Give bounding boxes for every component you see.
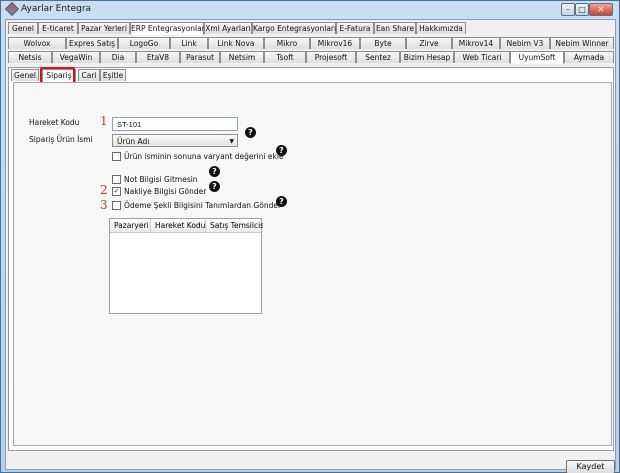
- tab-link-nova[interactable]: Link Nova: [208, 37, 264, 49]
- tab-tsoft[interactable]: Tsoft: [264, 51, 306, 63]
- marker-2: 2: [100, 183, 108, 197]
- tab-web-ticari[interactable]: Web Ticari: [454, 51, 510, 63]
- tab-bizim-hesap[interactable]: Bizim Hesap: [400, 51, 454, 63]
- tab-nebim-winner[interactable]: Nebim Winner: [550, 37, 614, 49]
- not-bilgisi-label: Not Bilgisi Gitmesin: [124, 175, 198, 184]
- tab-netsim[interactable]: Netsim: [220, 51, 264, 63]
- help-icon[interactable]: ?: [209, 181, 220, 192]
- title-bar: Ayarlar Entegra – □ ✕: [1, 1, 619, 18]
- tab-expres-satis[interactable]: Expres Satış: [66, 37, 118, 49]
- nakliye-checkbox[interactable]: ✓: [112, 187, 121, 196]
- tab-e-ticaret[interactable]: E-ticaret: [38, 22, 78, 34]
- tab-genel[interactable]: Genel: [8, 22, 38, 34]
- tab-hakkimizda[interactable]: Hakkımızda: [416, 22, 466, 34]
- siparis-urun-ismi-label: Sipariş Ürün İsmi: [29, 135, 93, 144]
- tab-byte[interactable]: Byte: [360, 37, 406, 49]
- grid-column-pazaryeri[interactable]: Pazaryeri: [110, 219, 151, 233]
- hareket-kodu-grid[interactable]: Pazaryeri Hareket Kodu Satış Temsilcisi …: [109, 218, 263, 314]
- subtab-esitle[interactable]: Eşitle: [100, 69, 126, 81]
- varyant-label: Ürün isminin sonuna varyant değerini ekl…: [124, 152, 284, 161]
- tab-mikrov16[interactable]: Mikrov16: [310, 37, 360, 49]
- tab-zirve[interactable]: Zirve: [406, 37, 452, 49]
- not-bilgisi-checkbox[interactable]: [112, 175, 121, 184]
- close-button[interactable]: ✕: [589, 3, 613, 16]
- marker-3: 3: [100, 198, 108, 212]
- tab-mikro[interactable]: Mikro: [264, 37, 310, 49]
- help-icon[interactable]: ?: [245, 127, 256, 138]
- tab-parasut[interactable]: Parasut: [180, 51, 220, 63]
- grid-column-hareket-kodu[interactable]: Hareket Kodu: [151, 219, 206, 233]
- hareket-kodu-label: Hareket Kodu: [29, 118, 80, 127]
- help-icon[interactable]: ?: [276, 196, 287, 207]
- tab-sentez[interactable]: Sentez: [356, 51, 400, 63]
- window-title: Ayarlar Entegra: [21, 4, 92, 14]
- settings-window: Ayarlar Entegra – □ ✕ Genel E-ticaret Pa…: [0, 0, 620, 473]
- tab-uyumsoft[interactable]: UyumSoft: [510, 51, 564, 64]
- odeme-label: Ödeme Şekli Bilgisini Tanımlardan Gönder: [124, 201, 282, 210]
- tab-wolvox[interactable]: Wolvox: [8, 37, 66, 49]
- hareket-kodu-input[interactable]: [112, 117, 238, 131]
- tab-logogo[interactable]: LogoGo: [118, 37, 170, 49]
- varyant-checkbox[interactable]: [112, 152, 121, 161]
- grid-column-satis-temsilcisi[interactable]: Satış Temsilcisi K: [206, 219, 263, 233]
- tab-e-fatura[interactable]: E-Fatura: [336, 22, 374, 34]
- grid-header: Pazaryeri Hareket Kodu Satış Temsilcisi …: [110, 219, 263, 233]
- tab-aymada[interactable]: Aymada: [564, 51, 614, 63]
- dropdown-arrow-icon: ▼: [229, 138, 234, 145]
- nakliye-label: Nakliye Bilgisi Gönder: [124, 187, 207, 196]
- marker-1: 1: [100, 114, 108, 128]
- tab-projesoft[interactable]: Projesoft: [306, 51, 356, 63]
- tab-erp-entegrasyonlari[interactable]: ERP Entegrasyonları: [130, 22, 207, 35]
- tab-netsis[interactable]: Netsis: [8, 51, 52, 63]
- siparis-settings-panel: Hareket Kodu 1 Sipariş Ürün İsmi Ürün Ad…: [13, 82, 612, 446]
- tab-nebim-v3[interactable]: Nebim V3: [500, 37, 550, 49]
- minimize-button[interactable]: –: [561, 3, 575, 16]
- tab-dia[interactable]: Dia: [100, 51, 136, 63]
- tab-mikrov14[interactable]: Mikrov14: [452, 37, 500, 49]
- siparis-urun-ismi-select[interactable]: Ürün Adı ▼: [112, 134, 238, 147]
- tab-pazar-yerleri[interactable]: Pazar Yerleri: [78, 22, 130, 34]
- tab-kargo-entegrasyonlari[interactable]: Kargo Entegrasyonları: [252, 22, 336, 34]
- save-button[interactable]: Kaydet: [566, 460, 615, 473]
- tab-ean-share[interactable]: Ean Share: [374, 22, 416, 34]
- odeme-checkbox[interactable]: [112, 201, 121, 210]
- tab-xml-ayarlari[interactable]: Xml Ayarları: [204, 22, 252, 34]
- subtab-cari[interactable]: Cari: [78, 69, 100, 81]
- siparis-urun-ismi-value: Ürün Adı: [117, 137, 150, 146]
- maximize-button[interactable]: □: [575, 3, 589, 16]
- help-icon[interactable]: ?: [276, 145, 287, 156]
- help-icon[interactable]: ?: [209, 166, 220, 177]
- tab-etav8[interactable]: EtaV8: [136, 51, 180, 63]
- tab-vegawin[interactable]: VegaWin: [52, 51, 100, 63]
- tab-link[interactable]: Link: [170, 37, 208, 49]
- app-icon: [4, 1, 20, 17]
- window-client-area: Genel E-ticaret Pazar Yerleri ERP Entegr…: [5, 19, 616, 473]
- subtab-genel[interactable]: Genel: [11, 69, 39, 81]
- check-icon: ✓: [113, 187, 120, 195]
